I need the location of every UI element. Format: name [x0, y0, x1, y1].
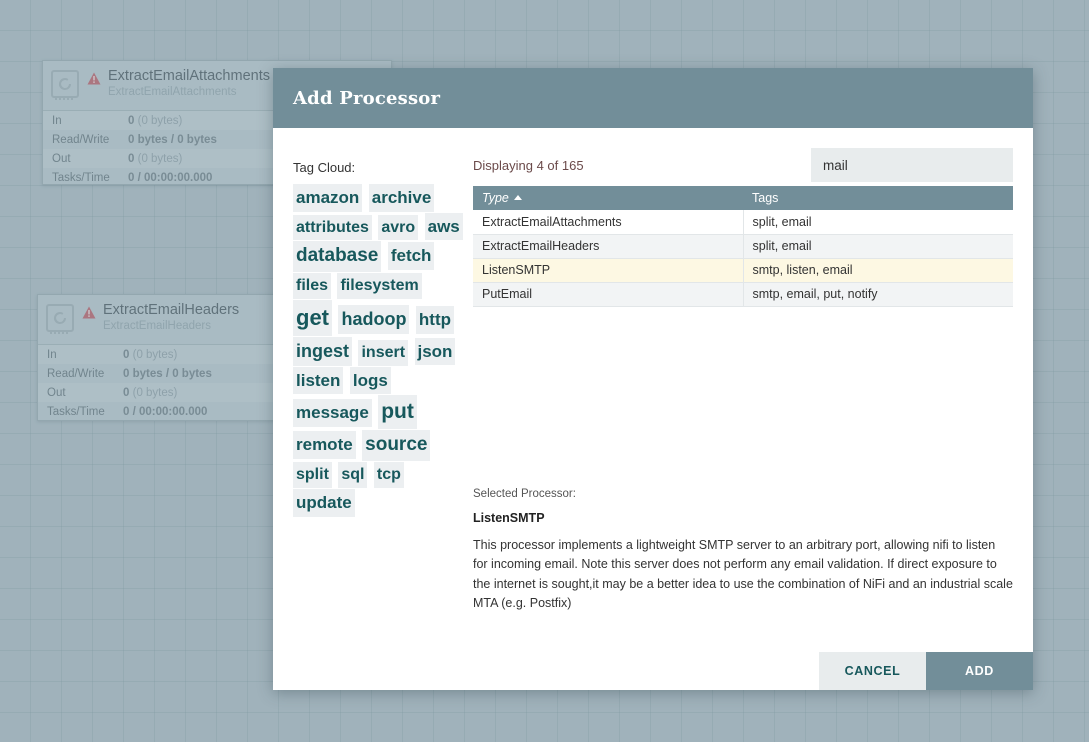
dialog-title: Add Processor	[293, 87, 441, 109]
add-processor-dialog: Add Processor Tag Cloud: amazon archive …	[273, 68, 1033, 690]
tag-tcp[interactable]: tcp	[373, 462, 404, 489]
selected-processor-detail: Selected Processor: ListenSMTP This proc…	[473, 488, 1013, 614]
cell-tags: smtp, email, put, notify	[743, 282, 1013, 307]
column-header-type-label: Type	[482, 191, 509, 205]
cell-type: ListenSMTP	[473, 258, 744, 283]
tag-cloud-panel: Tag Cloud: amazon archive attributes avr…	[293, 148, 473, 652]
tag-cloud-label: Tag Cloud:	[293, 160, 356, 175]
selected-processor-name: ListenSMTP	[473, 511, 545, 525]
tag-hadoop[interactable]: hadoop	[338, 305, 410, 335]
tag-attributes[interactable]: attributes	[293, 214, 372, 241]
tag-fetch[interactable]: fetch	[387, 242, 435, 270]
processor-table: Type Tags ExtractEmailAttachments split, …	[473, 186, 1013, 307]
tag-listen[interactable]: listen	[293, 366, 344, 395]
sort-ascending-icon	[513, 195, 522, 200]
tag-ingest[interactable]: ingest	[293, 336, 353, 366]
tag-avro[interactable]: avro	[378, 214, 419, 241]
tag-source[interactable]: source	[362, 430, 431, 462]
tag-archive[interactable]: archive	[368, 184, 435, 212]
cell-type: PutEmail	[473, 282, 744, 307]
tag-files[interactable]: files	[293, 273, 332, 300]
tag-aws[interactable]: aws	[424, 212, 463, 241]
tag-amazon[interactable]: amazon	[293, 184, 363, 212]
tag-http[interactable]: http	[415, 306, 454, 334]
tag-remote[interactable]: remote	[293, 431, 356, 459]
cancel-button[interactable]: CANCEL	[819, 652, 926, 690]
table-row[interactable]: ExtractEmailAttachments split, email	[473, 210, 1013, 235]
tag-put[interactable]: put	[378, 395, 417, 430]
tag-cloud: amazon archive attributes avro aws datab…	[293, 184, 465, 518]
tag-get[interactable]: get	[293, 300, 332, 336]
add-button[interactable]: ADD	[926, 652, 1033, 690]
tag-sql[interactable]: sql	[338, 462, 368, 489]
displaying-count: Displaying 4 of 165	[473, 158, 584, 173]
cell-tags: split, email	[743, 210, 1013, 235]
dialog-body: Tag Cloud: amazon archive attributes avr…	[273, 128, 1033, 652]
tag-database[interactable]: database	[293, 241, 382, 273]
tag-filesystem[interactable]: filesystem	[337, 273, 422, 300]
tag-logs[interactable]: logs	[349, 366, 391, 395]
tag-insert[interactable]: insert	[358, 339, 409, 366]
tag-split[interactable]: split	[293, 462, 332, 489]
processor-search-input[interactable]	[811, 148, 1013, 182]
selected-processor-label: Selected Processor:	[473, 488, 576, 500]
tag-update[interactable]: update	[293, 489, 355, 517]
processor-table-body: ExtractEmailAttachments split, email Extra…	[473, 210, 1013, 307]
column-header-tags-label: Tags	[752, 191, 779, 205]
table-row[interactable]: ListenSMTP smtp, listen, email	[473, 258, 1013, 283]
dialog-footer: CANCEL ADD	[273, 652, 1033, 690]
table-row[interactable]: ExtractEmailHeaders split, email	[473, 234, 1013, 259]
cell-tags: split, email	[743, 234, 1013, 259]
column-header-type[interactable]: Type	[473, 186, 743, 210]
cell-tags: smtp, listen, email	[743, 258, 1013, 283]
processor-table-head: Type Tags	[473, 186, 1013, 210]
dialog-header: Add Processor	[273, 68, 1033, 128]
cell-type: ExtractEmailHeaders	[473, 234, 744, 259]
tag-message[interactable]: message	[293, 399, 372, 427]
tag-json[interactable]: json	[414, 337, 456, 366]
results-toolbar: Displaying 4 of 165	[473, 148, 1013, 186]
table-row[interactable]: PutEmail smtp, email, put, notify	[473, 282, 1013, 307]
results-panel: Displaying 4 of 165 Type Tags ExtractEm	[473, 148, 1013, 652]
table-header-row: Type Tags	[473, 186, 1013, 210]
cell-type: ExtractEmailAttachments	[473, 210, 744, 235]
column-header-tags[interactable]: Tags	[743, 186, 1013, 210]
selected-processor-description: This processor implements a lightweight …	[473, 538, 1013, 611]
